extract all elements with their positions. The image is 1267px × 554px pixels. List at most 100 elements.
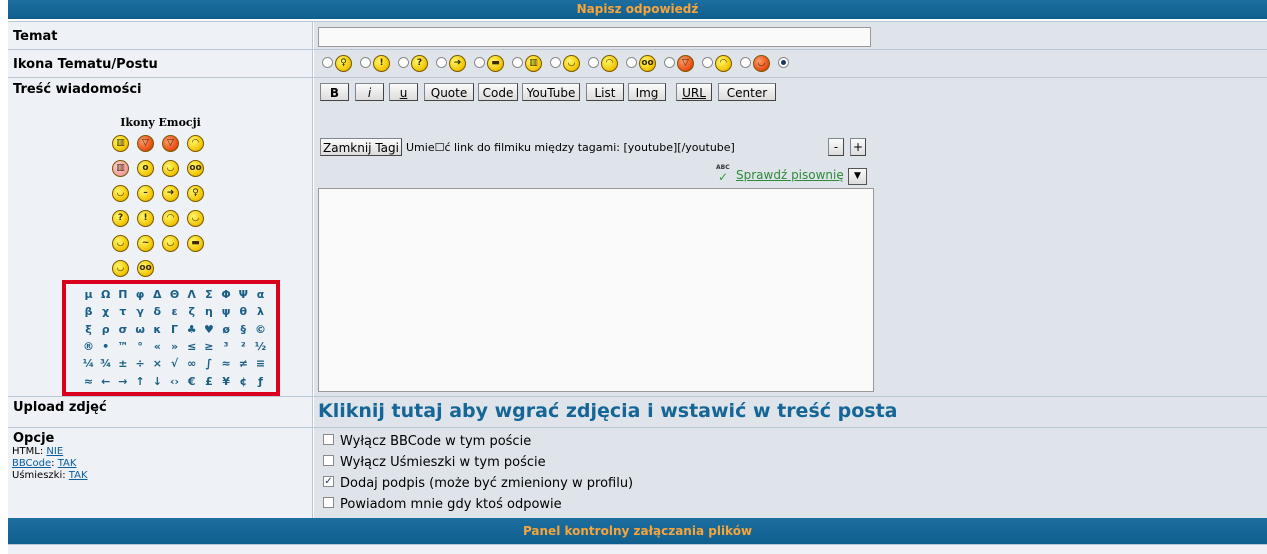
special-char[interactable]: ← [97, 375, 114, 388]
quote-button[interactable]: Quote [424, 83, 474, 101]
post-icon-radio[interactable] [588, 57, 599, 68]
cool-smiley-icon[interactable]: ▬ [187, 235, 204, 252]
idea-smiley-icon[interactable]: ♀ [187, 185, 204, 202]
special-char[interactable]: ¢ [235, 375, 252, 388]
underline-button[interactable]: u [389, 83, 418, 101]
special-char[interactable]: € [183, 375, 200, 388]
wink-smiley-icon[interactable]: ◡ [112, 260, 129, 277]
biggrin-smiley-icon[interactable]: ◡ [187, 210, 204, 227]
post-icon-radio[interactable] [664, 57, 675, 68]
center-button[interactable]: Center [718, 83, 776, 101]
special-char[interactable]: Σ [200, 288, 217, 301]
special-char[interactable]: ³ [218, 340, 235, 353]
html-status-value[interactable]: NIE [46, 446, 63, 457]
neutral-smiley-icon[interactable]: – [137, 185, 154, 202]
special-char[interactable]: ™ [114, 340, 131, 353]
special-char[interactable]: « [149, 340, 166, 353]
shrink-textarea-button[interactable]: - [828, 138, 844, 156]
bbcode-status-label[interactable]: BBCode [12, 458, 51, 469]
special-char[interactable]: ≡ [252, 357, 269, 370]
lol-smiley-icon[interactable]: ◡ [112, 235, 129, 252]
special-char[interactable]: Γ [166, 323, 183, 336]
special-char[interactable]: ≈ [218, 357, 235, 370]
spellcheck-link[interactable]: Sprawdź pisownię [736, 168, 844, 182]
special-char[interactable]: ≤ [183, 340, 200, 353]
special-char[interactable]: ↑ [132, 375, 149, 388]
special-char[interactable]: Λ [183, 288, 200, 301]
special-char[interactable]: → [114, 375, 131, 388]
special-char[interactable]: × [149, 357, 166, 370]
option-checkbox[interactable] [323, 434, 334, 445]
special-char[interactable]: η [200, 305, 217, 318]
url-button[interactable]: URL [676, 83, 712, 101]
grin-smiley-icon[interactable]: ▥ [112, 135, 129, 152]
sad-smiley-icon[interactable]: ◠ [162, 210, 179, 227]
confused-smiley-icon[interactable]: ~ [137, 235, 154, 252]
option-item[interactable]: Powiadom mnie gdy ktoś odpowie [323, 497, 562, 512]
special-char[interactable]: Φ [218, 288, 235, 301]
special-char[interactable]: ↓ [149, 375, 166, 388]
special-char[interactable]: ² [235, 340, 252, 353]
code-button[interactable]: Code [478, 83, 518, 101]
special-char[interactable]: ρ [97, 323, 114, 336]
post-icon-radio[interactable] [436, 57, 447, 68]
exclaim-smiley-icon[interactable]: ! [137, 210, 154, 227]
special-char[interactable]: κ [149, 323, 166, 336]
special-char[interactable]: ♥ [200, 323, 217, 336]
option-checkbox[interactable]: ✓ [323, 476, 334, 487]
special-char[interactable]: Θ [166, 288, 183, 301]
post-icon-radio[interactable] [512, 57, 523, 68]
option-item[interactable]: Wyłącz Uśmieszki w tym poście [323, 455, 546, 470]
post-icon-radio[interactable] [322, 57, 333, 68]
upload-photos-link[interactable]: Kliknij tutaj aby wgrać zdjęcia i wstawi… [318, 400, 898, 422]
special-char[interactable]: ° [132, 340, 149, 353]
special-char[interactable]: τ [114, 305, 131, 318]
special-char[interactable]: ω [132, 323, 149, 336]
post-icon-radio[interactable] [474, 57, 485, 68]
special-char[interactable]: Ω [97, 288, 114, 301]
post-icon-radio-none[interactable] [778, 57, 789, 68]
special-char[interactable]: ζ [183, 305, 200, 318]
youtube-button[interactable]: YouTube [522, 83, 580, 101]
special-char[interactable]: σ [114, 323, 131, 336]
special-char[interactable]: ¼ [80, 357, 97, 370]
special-char[interactable]: » [166, 340, 183, 353]
special-char[interactable]: © [252, 323, 269, 336]
post-icon-radio[interactable] [626, 57, 637, 68]
laugh-smiley-icon[interactable]: ◡ [162, 160, 179, 177]
special-char[interactable]: λ [252, 305, 269, 318]
special-char[interactable]: ≈ [80, 375, 97, 388]
message-textarea[interactable] [318, 188, 874, 392]
special-char[interactable]: √ [166, 357, 183, 370]
special-char[interactable]: γ [132, 305, 149, 318]
italic-button[interactable]: i [355, 83, 384, 101]
special-char[interactable]: ≥ [200, 340, 217, 353]
smile-smiley-icon[interactable]: ◡ [112, 185, 129, 202]
post-icon-radio[interactable] [702, 57, 713, 68]
special-char[interactable]: ∞ [183, 357, 200, 370]
twisted-smiley-icon[interactable]: ▽ [162, 135, 179, 152]
special-char[interactable]: Π [114, 288, 131, 301]
special-char[interactable]: χ [97, 305, 114, 318]
special-char[interactable]: ∫ [200, 357, 217, 370]
special-char[interactable]: ψ [218, 305, 235, 318]
spellcheck-dropdown-icon[interactable]: ▼ [848, 168, 867, 185]
bbcode-status-value[interactable]: TAK [58, 458, 77, 469]
special-char[interactable]: ≠ [235, 357, 252, 370]
special-char[interactable]: δ [149, 305, 166, 318]
post-icon-radio[interactable] [550, 57, 561, 68]
happy-smiley-icon[interactable]: ◡ [162, 235, 179, 252]
img-button[interactable]: Img [628, 83, 666, 101]
shocked-smiley-icon[interactable]: o [137, 160, 154, 177]
option-item[interactable]: Wyłącz BBCode w tym poście [323, 434, 531, 449]
option-item[interactable]: ✓ Dodaj podpis (może być zmieniony w prof… [323, 476, 633, 491]
question-smiley-icon[interactable]: ? [112, 210, 129, 227]
frown-smiley-icon[interactable]: ◠ [187, 135, 204, 152]
special-char[interactable]: ® [80, 340, 97, 353]
special-char[interactable]: ‹› [166, 375, 183, 388]
post-icon-radio[interactable] [740, 57, 751, 68]
grow-textarea-button[interactable]: + [850, 138, 866, 156]
post-icon-radio[interactable] [398, 57, 409, 68]
close-tags-button[interactable]: Zamknij Tagi [320, 138, 402, 156]
arrow-smiley-icon[interactable]: ➜ [162, 185, 179, 202]
